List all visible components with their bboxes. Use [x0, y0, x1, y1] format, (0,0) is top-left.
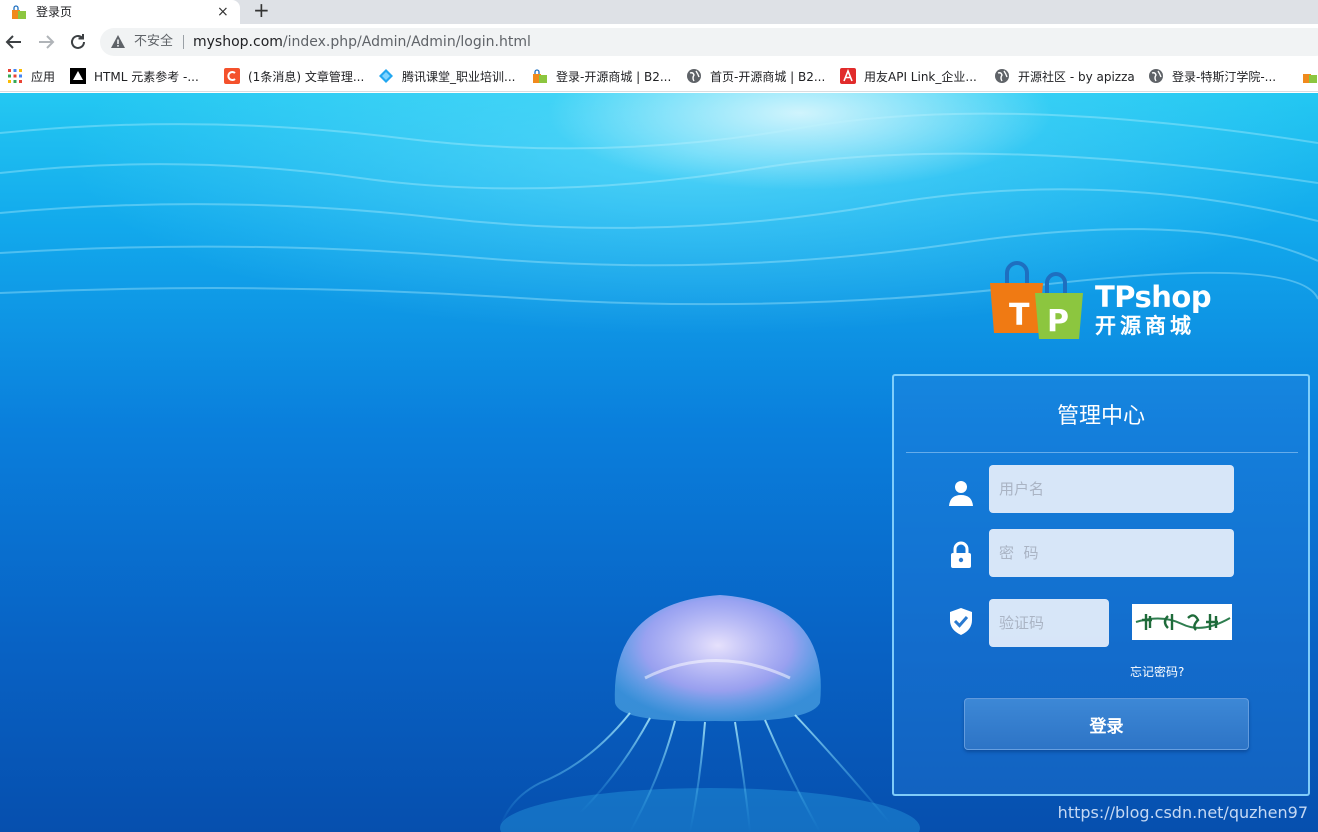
shopping-bag-icon [12, 5, 26, 19]
login-button[interactable]: 登录 [964, 698, 1249, 750]
globe-icon [687, 69, 701, 83]
mdn-icon [70, 68, 86, 84]
lock-icon [951, 541, 971, 568]
url-text[interactable]: myshop.com/index.php/Admin/Admin/login.h… [193, 33, 531, 51]
warning-triangle-icon [111, 35, 125, 48]
reload-icon[interactable] [66, 30, 90, 54]
bookmark-label: 登录-开源商城 | B2... [556, 69, 672, 84]
bookmark-label: 开源社区 - by apizza [1018, 69, 1135, 84]
back-arrow-icon[interactable] [2, 30, 26, 54]
tab-title: 登录页 [36, 5, 73, 19]
logo-brand: TPshop [1095, 280, 1212, 314]
bookmark-tpshop-login[interactable]: 登录-开源商城 | B2... [532, 66, 671, 86]
shield-check-icon [950, 608, 972, 635]
tencent-class-icon [379, 69, 393, 83]
shopping-bag-logo-icon: T P [990, 261, 1083, 339]
login-divider [906, 452, 1298, 453]
bookmark-label: HTML 元素参考 -... [94, 69, 199, 84]
bookmark-testin[interactable]: 登录-特斯汀学院-... [1148, 66, 1276, 86]
password-input[interactable] [989, 529, 1234, 577]
logo-letter-p: P [1047, 304, 1069, 339]
jellyfish-decoration [500, 595, 920, 832]
user-icon [949, 481, 973, 506]
captcha-image[interactable] [1132, 604, 1232, 640]
username-input[interactable] [989, 465, 1234, 513]
bookmark-label: 登录-特斯汀学院-... [1172, 69, 1277, 84]
bookmark-html-reference[interactable]: HTML 元素参考 -... [70, 66, 199, 86]
bookmark-tencent-class[interactable]: 腾讯课堂_职业培训... [378, 66, 515, 86]
logo-letter-t: T [1009, 298, 1030, 333]
login-page-background: T P TPshop 开源商城 管理中心 用户名 验证码 忘记密码? 登录 ht… [0, 93, 1318, 832]
globe-icon [1149, 69, 1163, 83]
login-panel: 管理中心 忘记密码? 登录 [892, 374, 1310, 796]
login-title: 管理中心 [1056, 404, 1145, 429]
forward-arrow-icon[interactable] [34, 30, 58, 54]
address-bar[interactable]: 不安全 myshop.com/index.php/Admin/Admin/log… [100, 28, 1318, 56]
bookmark-csdn-articles[interactable]: (1条消息) 文章管理... [224, 66, 364, 86]
bookmark-label: 腾讯课堂_职业培训... [402, 69, 516, 84]
tab-strip: 登录页 × + [0, 0, 1318, 24]
url-host: myshop.com [193, 34, 283, 50]
bookmark-apps[interactable]: 应用 [7, 66, 55, 86]
omnibox-divider [183, 35, 184, 49]
bookmark-label: 用友API Link_企业... [864, 69, 977, 84]
security-label[interactable]: 不安全 [134, 33, 173, 51]
url-path: /index.php/Admin/Admin/login.html [282, 34, 531, 50]
tpshop-icon [533, 69, 547, 83]
csdn-icon [224, 68, 240, 84]
bookmark-label: 首页-开源商城 | B2... [710, 69, 826, 84]
overflow-bookmark-icon[interactable] [1302, 68, 1318, 84]
bookmark-label: (1条消息) 文章管理... [248, 69, 365, 84]
tab-login-page[interactable]: 登录页 × [0, 0, 240, 24]
close-icon[interactable]: × [217, 2, 229, 22]
apps-grid-icon [8, 69, 22, 83]
bookmark-label: 应用 [31, 69, 56, 84]
yonyou-icon [840, 68, 856, 84]
new-tab-button[interactable]: + [253, 0, 270, 22]
csdn-watermark: https://blog.csdn.net/quzhen97 [1057, 803, 1308, 822]
tpshop-logo: T P TPshop 开源商城 [985, 261, 1220, 341]
logo-subtitle: 开源商城 [1095, 314, 1195, 338]
browser-toolbar: 不安全 myshop.com/index.php/Admin/Admin/log… [0, 24, 1318, 60]
bookmarks-bar: 应用 HTML 元素参考 -... (1条消息) 文章管理... 腾讯课堂_职业… [0, 60, 1318, 92]
globe-icon [995, 69, 1009, 83]
bookmark-apizza[interactable]: 开源社区 - by apizza [994, 66, 1135, 86]
captcha-input[interactable] [989, 599, 1109, 647]
forgot-password-link[interactable]: 忘记密码? [1130, 664, 1184, 680]
bookmark-tpshop-home[interactable]: 首页-开源商城 | B2... [686, 66, 825, 86]
bookmark-yonyou-api[interactable]: 用友API Link_企业... [840, 66, 977, 86]
